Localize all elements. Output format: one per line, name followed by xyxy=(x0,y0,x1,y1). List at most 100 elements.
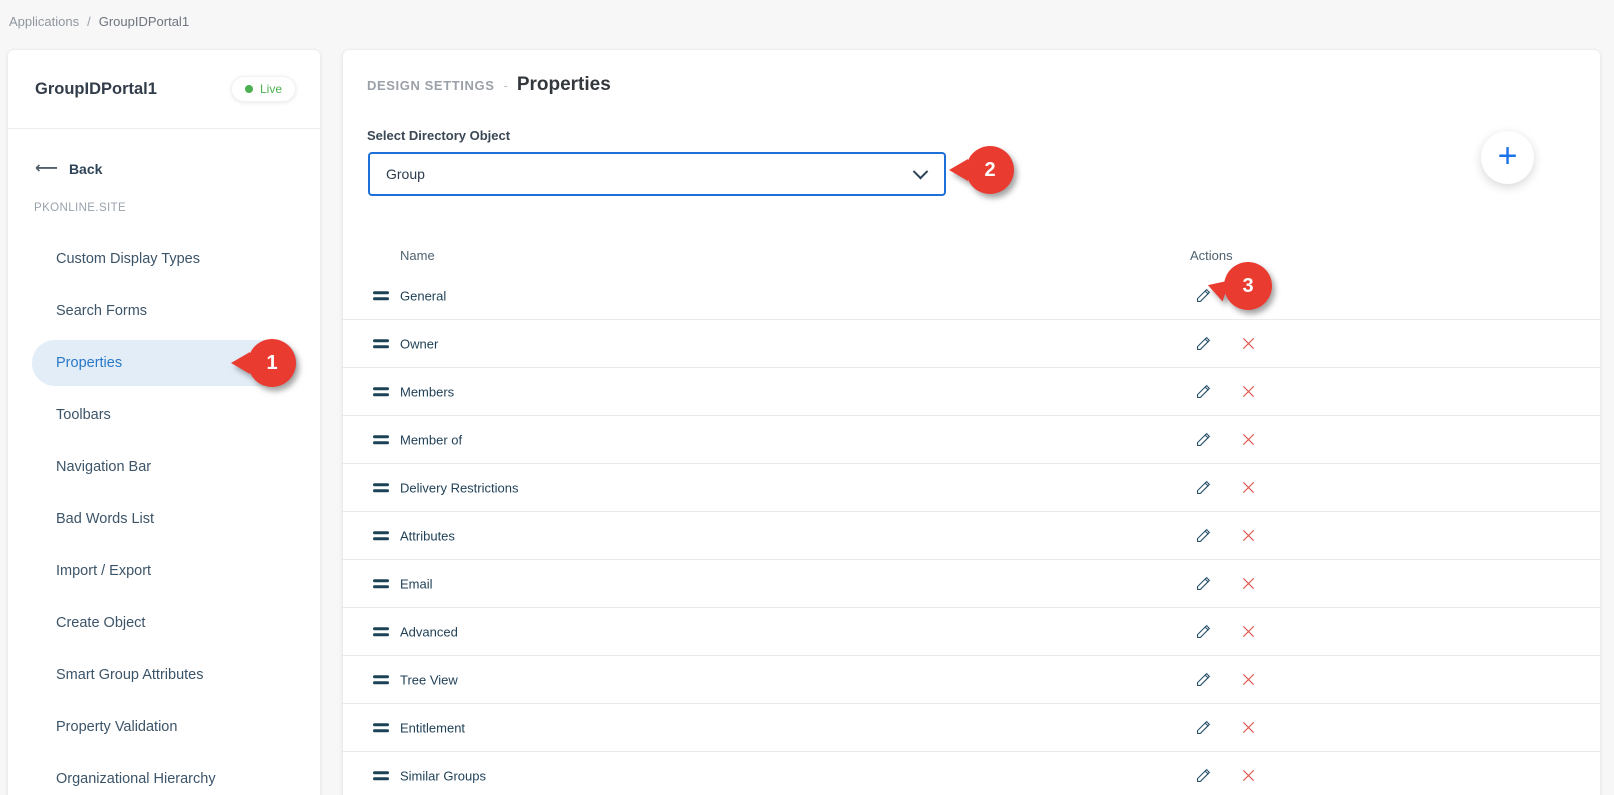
sidebar-item-search-forms[interactable]: Search Forms xyxy=(32,288,297,334)
column-header-actions: Actions xyxy=(1190,248,1233,263)
table-row-delivery-restrictions: Delivery Restrictions xyxy=(343,464,1600,512)
edit-icon-entitlement[interactable] xyxy=(1191,716,1215,740)
sidebar-item-property-validation[interactable]: Property Validation xyxy=(32,704,297,750)
sidebar-item-smart-group-attributes[interactable]: Smart Group Attributes xyxy=(32,652,297,698)
drag-handle-icon[interactable] xyxy=(373,338,389,349)
balloon-tail-icon xyxy=(949,159,968,181)
edit-icon-attributes[interactable] xyxy=(1191,524,1215,548)
drag-handle-icon[interactable] xyxy=(373,674,389,685)
annotation-balloon-1: 1 xyxy=(231,339,296,387)
table-row-attributes: Attributes xyxy=(343,512,1600,560)
status-badge: Live xyxy=(230,76,296,102)
sidebar-item-toolbars[interactable]: Toolbars xyxy=(32,392,297,438)
sidebar-header: GroupIDPortal1 Live xyxy=(8,50,320,128)
table-header: Name Actions xyxy=(343,243,1600,273)
drag-handle-icon[interactable] xyxy=(373,626,389,637)
row-name: Entitlement xyxy=(400,720,466,735)
table-row-entitlement: Entitlement xyxy=(343,704,1600,752)
drag-handle-icon[interactable] xyxy=(373,434,389,445)
annotation-number: 3 xyxy=(1242,274,1254,297)
table-row-owner: Owner xyxy=(343,320,1600,368)
breadcrumb: Applications / GroupIDPortal1 xyxy=(9,14,189,29)
sidebar-item-label: Property Validation xyxy=(56,719,178,735)
drag-handle-icon[interactable] xyxy=(373,482,389,493)
delete-icon-delivery-restrictions[interactable] xyxy=(1236,476,1260,500)
plus-icon: + xyxy=(1497,137,1518,175)
chevron-down-icon xyxy=(912,163,929,179)
page-title: Properties xyxy=(516,74,611,95)
delete-icon-members[interactable] xyxy=(1236,380,1260,404)
row-name: Attributes xyxy=(400,528,455,543)
back-button[interactable]: ⟵ Back xyxy=(8,129,320,181)
drag-handle-icon[interactable] xyxy=(373,530,389,541)
delete-icon-advanced[interactable] xyxy=(1236,620,1260,644)
balloon-tail-icon xyxy=(231,352,250,374)
row-name: Members xyxy=(400,384,455,399)
delete-icon-email[interactable] xyxy=(1236,572,1260,596)
sidebar-item-label: Search Forms xyxy=(56,303,148,319)
drag-handle-icon[interactable] xyxy=(373,386,389,397)
edit-icon-owner[interactable] xyxy=(1191,332,1215,356)
row-name: Tree View xyxy=(400,672,458,687)
select-value: Group xyxy=(386,166,425,182)
table-row-general: General xyxy=(343,272,1600,320)
directory-object-select[interactable]: Group xyxy=(368,152,946,196)
sidebar-item-label: Toolbars xyxy=(56,407,111,423)
drag-handle-icon[interactable] xyxy=(373,578,389,589)
annotation-number: 1 xyxy=(266,351,278,374)
delete-icon-similar-groups[interactable] xyxy=(1236,764,1260,788)
sidebar-item-organizational-hierarchy[interactable]: Organizational Hierarchy xyxy=(32,756,297,795)
table-row-member-of: Member of xyxy=(343,416,1600,464)
sidebar-item-create-object[interactable]: Create Object xyxy=(32,600,297,646)
sidebar-item-label: Organizational Hierarchy xyxy=(56,771,216,787)
row-name: Email xyxy=(400,576,433,591)
drag-handle-icon[interactable] xyxy=(373,290,389,301)
sidebar-item-custom-display-types[interactable]: Custom Display Types xyxy=(32,236,297,282)
edit-icon-members[interactable] xyxy=(1191,380,1215,404)
sidebar-item-bad-words-list[interactable]: Bad Words List xyxy=(32,496,297,542)
live-dot-icon xyxy=(244,85,253,93)
breadcrumb-applications[interactable]: Applications xyxy=(9,14,79,29)
sidebar-item-label: Bad Words List xyxy=(56,511,155,527)
edit-icon-email[interactable] xyxy=(1191,572,1215,596)
sidebar-item-navigation-bar[interactable]: Navigation Bar xyxy=(32,444,297,490)
app-root: Applications / GroupIDPortal1 GroupIDPor… xyxy=(0,0,1614,795)
edit-icon-similar-groups[interactable] xyxy=(1191,764,1215,788)
select-directory-object-label: Select Directory Object xyxy=(367,128,511,143)
sidebar-nav: Custom Display Types Search Forms Properti… xyxy=(8,236,320,795)
sidebar-item-label: Smart Group Attributes xyxy=(56,667,204,683)
sidebar-panel: GroupIDPortal1 Live ⟵ Back PKONLINE.SITE… xyxy=(8,50,320,795)
annotation-balloon-3: 3 xyxy=(1204,262,1272,310)
row-name: Member of xyxy=(400,432,463,447)
back-label: Back xyxy=(68,161,103,177)
table-row-similar-groups: Similar Groups xyxy=(343,752,1600,795)
back-arrow-icon: ⟵ xyxy=(35,160,58,177)
row-name: Similar Groups xyxy=(400,768,486,783)
table-row-email: Email xyxy=(343,560,1600,608)
design-settings-label: DESIGN SETTINGS xyxy=(367,78,495,93)
status-badge-label: Live xyxy=(259,82,282,96)
edit-icon-member-of[interactable] xyxy=(1191,428,1215,452)
breadcrumb-separator: / xyxy=(87,14,91,29)
edit-icon-tree-view[interactable] xyxy=(1191,668,1215,692)
sidebar-item-label: Create Object xyxy=(56,615,146,631)
drag-handle-icon[interactable] xyxy=(373,770,389,781)
delete-icon-owner[interactable] xyxy=(1236,332,1260,356)
row-name: Owner xyxy=(400,336,439,351)
annotation-balloon-2: 2 xyxy=(949,146,1014,194)
properties-table: General Owner Members Member of Delivery… xyxy=(343,272,1600,795)
breadcrumb-current: GroupIDPortal1 xyxy=(98,14,190,29)
drag-handle-icon[interactable] xyxy=(373,722,389,733)
sidebar-item-import-export[interactable]: Import / Export xyxy=(32,548,297,594)
edit-icon-delivery-restrictions[interactable] xyxy=(1191,476,1215,500)
row-name: Advanced xyxy=(400,624,458,639)
table-row-advanced: Advanced xyxy=(343,608,1600,656)
table-row-tree-view: Tree View xyxy=(343,656,1600,704)
edit-icon-advanced[interactable] xyxy=(1191,620,1215,644)
add-property-button[interactable]: + xyxy=(1481,131,1534,184)
delete-icon-entitlement[interactable] xyxy=(1236,716,1260,740)
delete-icon-attributes[interactable] xyxy=(1236,524,1260,548)
delete-icon-member-of[interactable] xyxy=(1236,428,1260,452)
page-header: DESIGN SETTINGS - Properties xyxy=(367,74,611,96)
delete-icon-tree-view[interactable] xyxy=(1236,668,1260,692)
